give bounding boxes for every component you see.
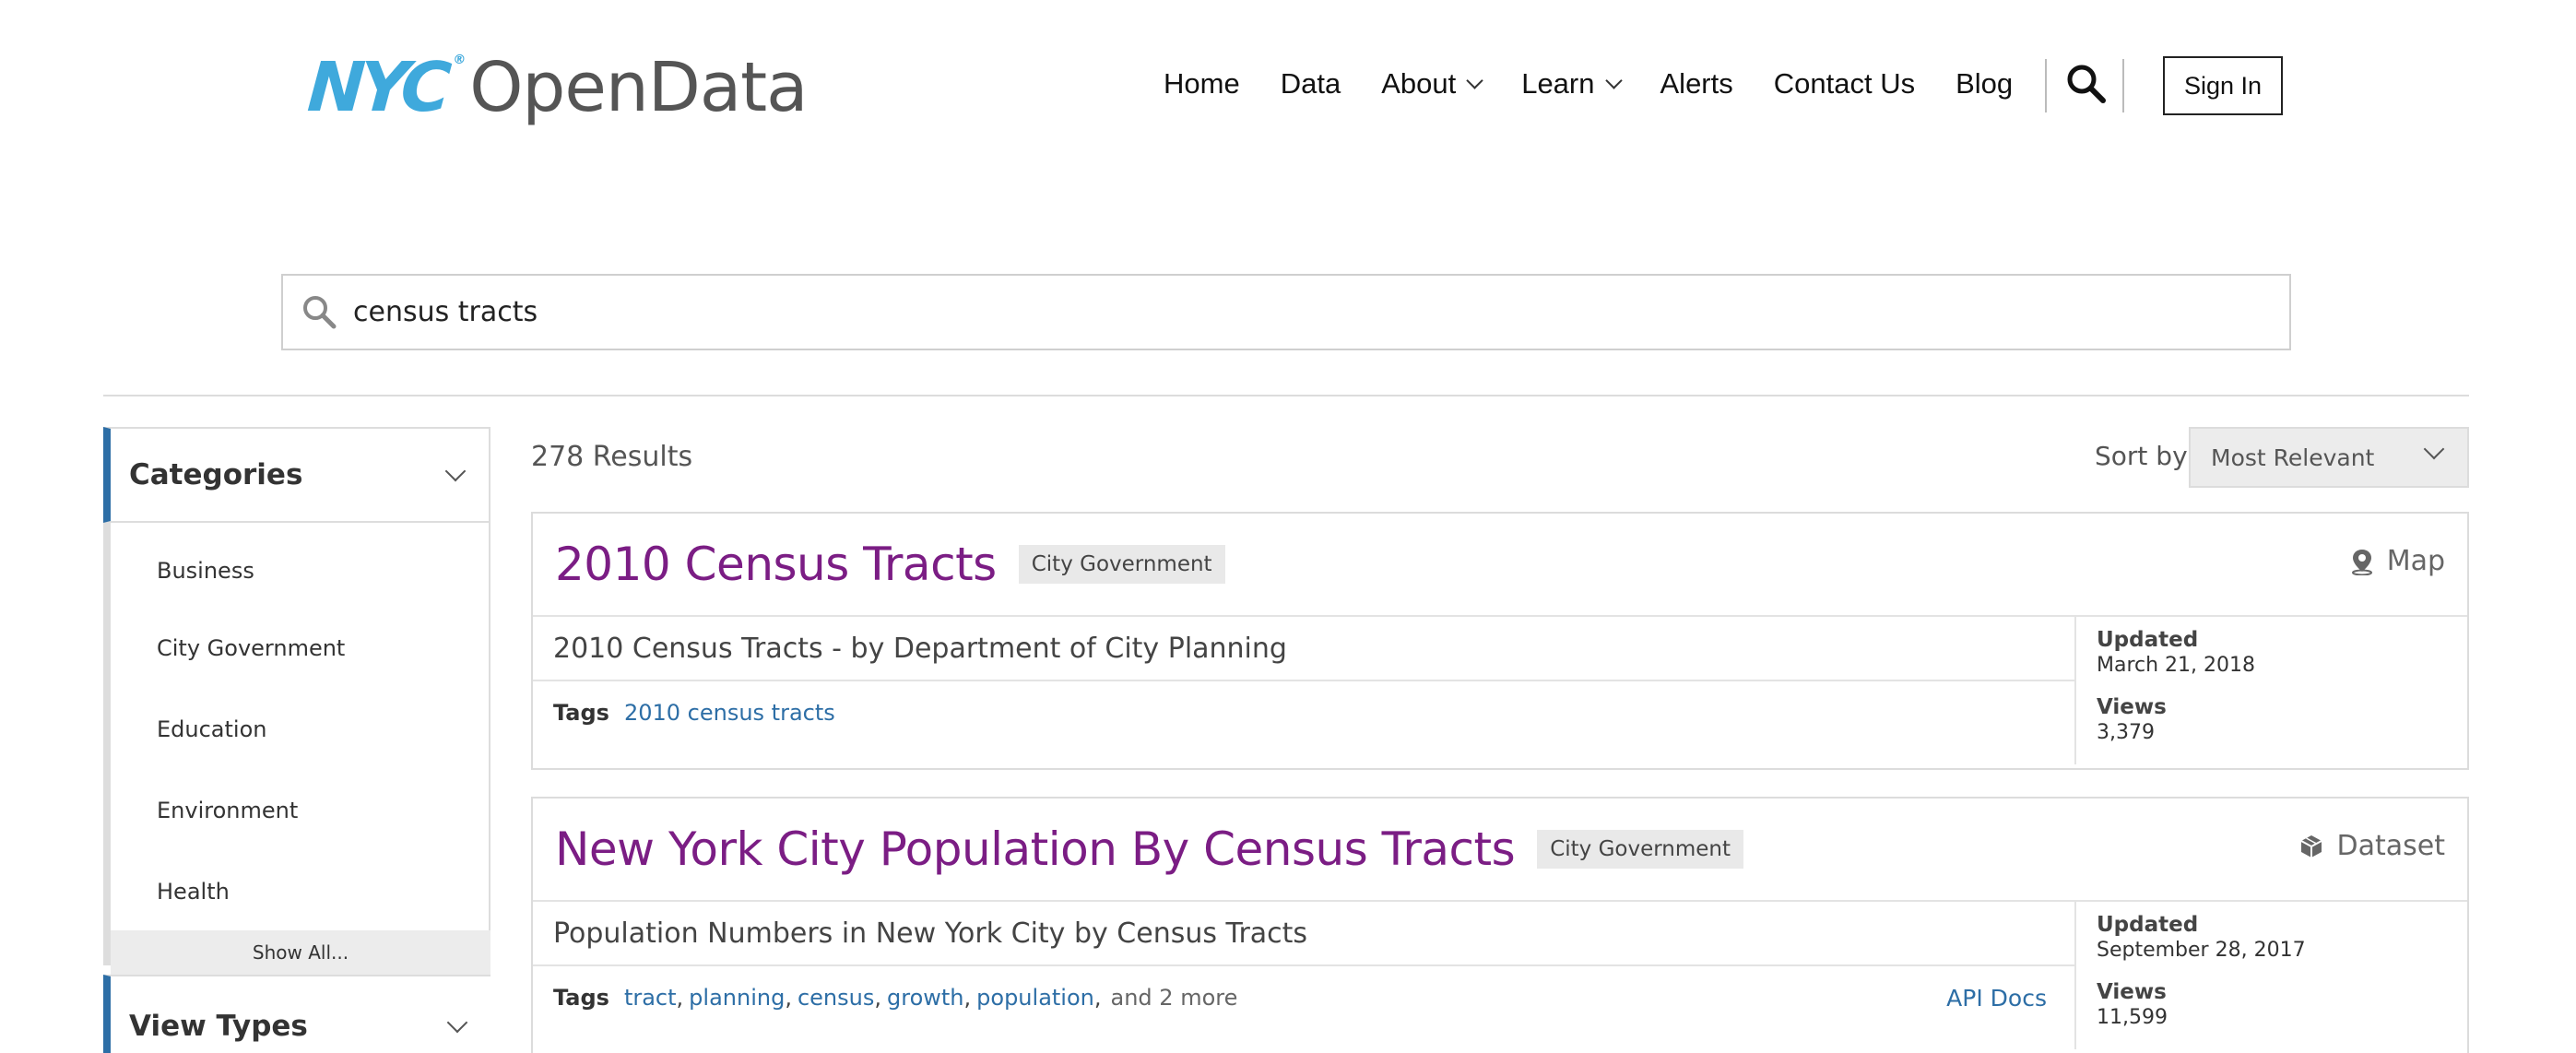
- nav-home[interactable]: Home: [1164, 67, 1240, 101]
- chevron-down-icon: [2423, 438, 2445, 460]
- tag-link[interactable]: 2010 census tracts: [624, 700, 835, 726]
- chevron-down-icon: [444, 460, 467, 482]
- view-type-label: Dataset: [2336, 830, 2445, 862]
- api-docs-link[interactable]: API Docs: [1946, 985, 2047, 1012]
- view-types-header[interactable]: View Types: [103, 975, 490, 1053]
- search-input[interactable]: [353, 296, 2197, 328]
- search-bar: [281, 274, 2291, 350]
- filter-sidebar: Categories Business City Government Educ…: [103, 427, 490, 1053]
- nav-contact-us[interactable]: Contact Us: [1774, 67, 1915, 101]
- view-type-label: Map: [2386, 545, 2445, 577]
- nyc-opendata-logo[interactable]: NYC ® OpenData: [304, 46, 809, 129]
- category-health[interactable]: Health: [111, 851, 490, 932]
- categories-title: Categories: [129, 458, 303, 491]
- result-meta: Updated September 28, 2017 Views 11,599: [2097, 913, 2306, 1029]
- result-card: 2010 Census Tracts City Government Map 2…: [531, 512, 2469, 770]
- map-pin-icon: [2351, 549, 2372, 575]
- nav-alerts[interactable]: Alerts: [1660, 67, 1733, 101]
- category-business[interactable]: Business: [111, 523, 490, 608]
- nav-learn[interactable]: Learn: [1521, 67, 1623, 101]
- chevron-down-icon: [1604, 71, 1623, 89]
- view-types-title: View Types: [129, 1010, 308, 1043]
- result-tags: Tags tract, planning, census, growth, po…: [533, 966, 2074, 1029]
- categories-list: Business City Government Education Envir…: [103, 523, 490, 965]
- tag-link[interactable]: tract: [624, 985, 677, 1011]
- views-value: 11,599: [2097, 1006, 2168, 1029]
- site-header: NYC ® OpenData Home Data About Learn Aler…: [0, 0, 2576, 175]
- views-value: 3,379: [2097, 721, 2155, 744]
- tag-link[interactable]: population: [976, 985, 1094, 1011]
- sort-by-label: Sort by: [2095, 441, 2188, 471]
- tag-link[interactable]: census: [798, 985, 874, 1011]
- tag-separator: ,: [676, 985, 684, 1011]
- show-all-categories-button[interactable]: Show All...: [111, 930, 490, 975]
- nav-about[interactable]: About: [1381, 67, 1483, 101]
- views-label: Views: [2097, 695, 2167, 719]
- updated-value: September 28, 2017: [2097, 939, 2306, 962]
- result-card: New York City Population By Census Tract…: [531, 797, 2469, 1053]
- category-badge[interactable]: City Government: [1537, 830, 1744, 869]
- tag-link[interactable]: growth: [887, 985, 964, 1011]
- result-title[interactable]: New York City Population By Census Tract…: [555, 822, 1516, 876]
- tag-link[interactable]: planning: [689, 985, 785, 1011]
- main-nav: Home Data About Learn Alerts Contact Us …: [1164, 61, 2053, 107]
- result-title[interactable]: 2010 Census Tracts: [555, 538, 997, 591]
- search-icon: [2067, 65, 2106, 103]
- nav-divider: [2045, 59, 2047, 112]
- category-environment[interactable]: Environment: [111, 770, 490, 851]
- category-education[interactable]: Education: [111, 689, 490, 770]
- nav-divider: [2122, 59, 2124, 112]
- sort-select[interactable]: Most Relevant: [2189, 427, 2469, 488]
- dataset-cube-icon: [2300, 834, 2322, 858]
- nav-blog[interactable]: Blog: [1956, 67, 2013, 101]
- updated-label: Updated: [2097, 628, 2199, 652]
- more-tags[interactable]: and 2 more: [1111, 985, 1238, 1011]
- views-label: Views: [2097, 980, 2167, 1004]
- logo-opendata-text: OpenData: [469, 48, 808, 127]
- chevron-down-icon: [1466, 71, 1483, 89]
- categories-header[interactable]: Categories: [103, 427, 490, 523]
- category-badge[interactable]: City Government: [1018, 545, 1225, 584]
- tag-separator: ,: [874, 985, 881, 1011]
- result-description: Population Numbers in New York City by C…: [533, 902, 2074, 966]
- updated-label: Updated: [2097, 913, 2199, 937]
- logo-nyc-mark: NYC ®: [304, 48, 467, 127]
- tags-label: Tags: [553, 700, 609, 726]
- header-search-button[interactable]: [2063, 61, 2109, 107]
- divider: [103, 395, 2469, 396]
- tags-label: Tags: [553, 985, 609, 1011]
- sign-in-button[interactable]: Sign In: [2163, 56, 2283, 115]
- result-description: 2010 Census Tracts - by Department of Ci…: [533, 617, 2074, 681]
- view-type: Dataset: [2298, 830, 2445, 862]
- view-type: Map: [2350, 545, 2445, 577]
- results-count: 278 Results: [531, 441, 693, 473]
- result-meta: Updated March 21, 2018 Views 3,379: [2097, 628, 2255, 744]
- sort-select-value: Most Relevant: [2211, 444, 2375, 471]
- category-city-government[interactable]: City Government: [111, 608, 490, 689]
- chevron-down-icon: [446, 1012, 468, 1034]
- tag-separator: ,: [785, 985, 792, 1011]
- tag-separator: ,: [1093, 985, 1102, 1011]
- updated-value: March 21, 2018: [2097, 654, 2256, 677]
- search-icon: [303, 295, 337, 328]
- result-tags: Tags 2010 census tracts: [533, 681, 2074, 744]
- tag-separator: ,: [963, 985, 972, 1011]
- nav-data[interactable]: Data: [1281, 67, 1341, 101]
